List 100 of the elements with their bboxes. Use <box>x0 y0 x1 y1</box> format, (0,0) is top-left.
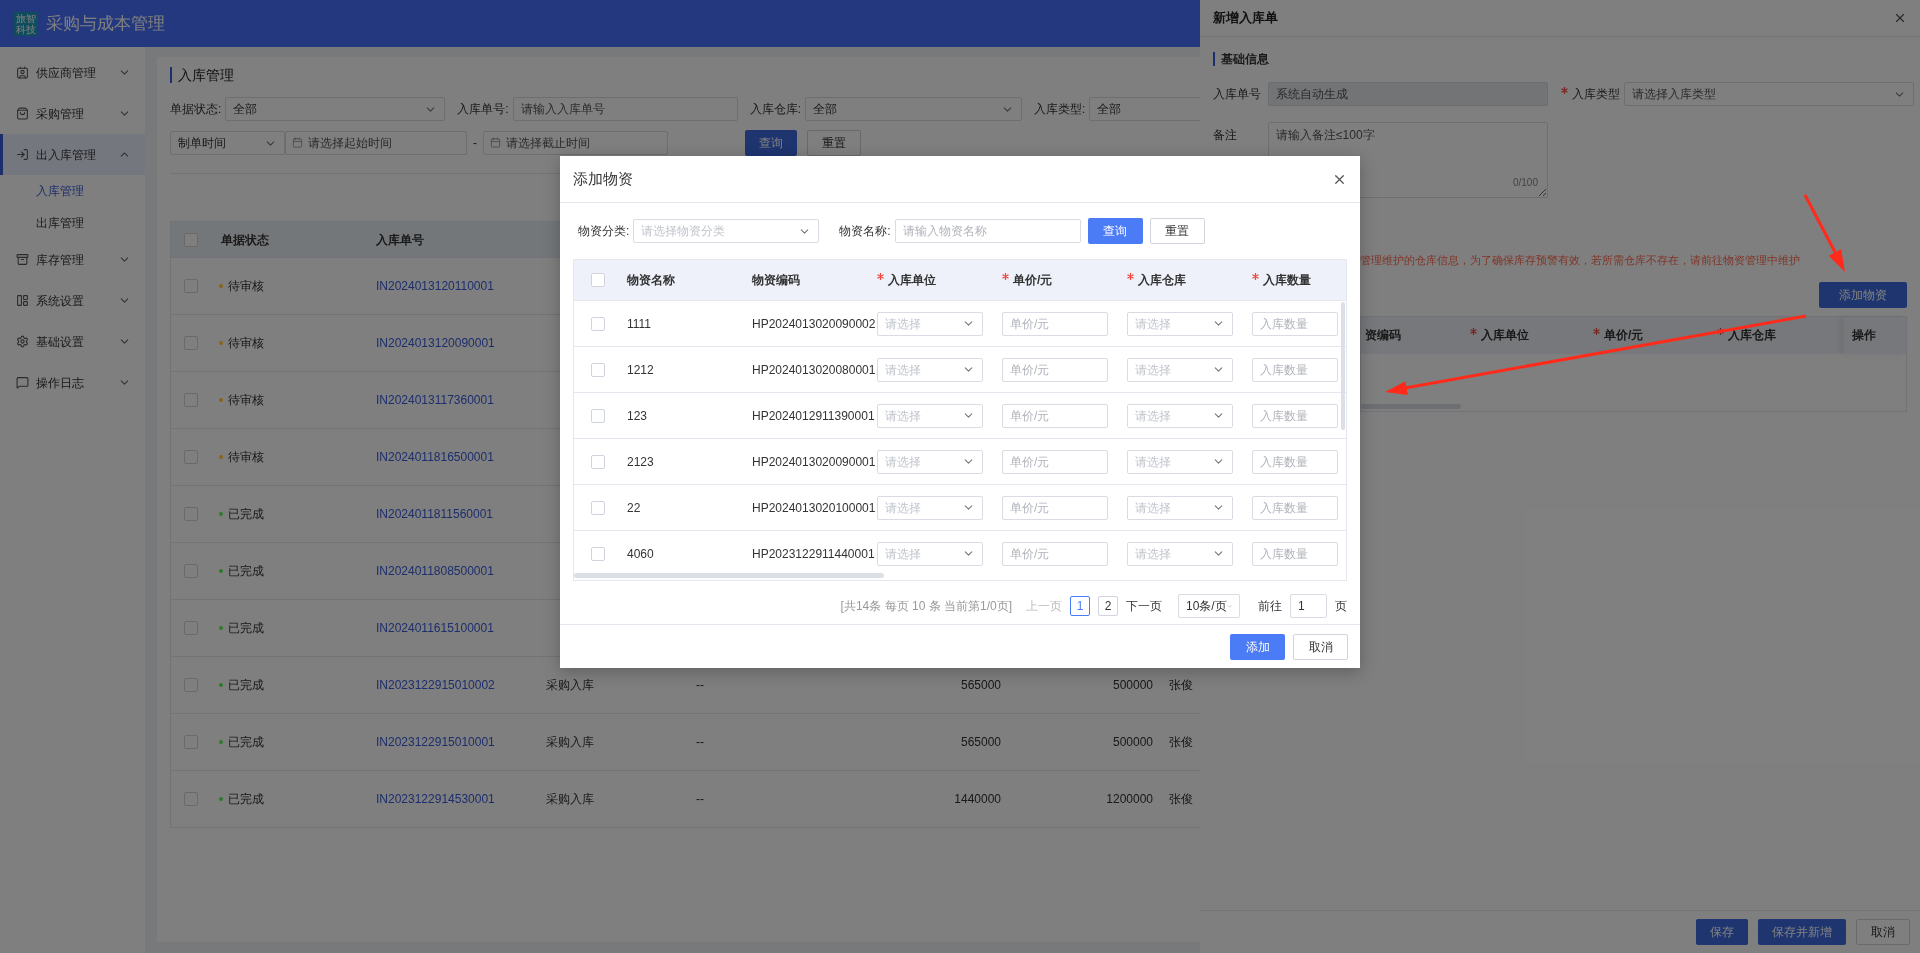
select-field[interactable]: 请选择物资分类 <box>633 219 820 243</box>
select-field[interactable]: 请选择 <box>1127 357 1233 382</box>
logo: 旅智科技 <box>14 11 38 36</box>
primary-button[interactable]: 保存 <box>1696 919 1748 945</box>
primary-button[interactable]: 添加 <box>1230 633 1285 660</box>
dialog-title: 添加物资 <box>573 168 633 189</box>
order-number-link[interactable]: IN2024013120110001 <box>376 279 494 293</box>
button[interactable]: 取消 <box>1293 633 1348 660</box>
sidebar-item[interactable]: 供应商管理 <box>0 52 145 93</box>
input-field[interactable]: 入库数量 <box>1252 541 1338 566</box>
select-field[interactable]: 请选择 <box>1127 541 1233 566</box>
status-text: 已完成 <box>228 620 264 637</box>
checkbox[interactable] <box>590 273 605 287</box>
input-field[interactable]: 单价/元 <box>1002 495 1108 520</box>
add-material-button[interactable]: 添加物资 <box>1819 281 1907 308</box>
input-field[interactable]: 入库数量 <box>1252 449 1338 474</box>
sidebar-item[interactable]: 操作日志 <box>0 362 145 403</box>
input-field[interactable]: 请输入入库单号 <box>512 97 738 121</box>
input-field[interactable]: 请输入物资名称 <box>894 219 1081 243</box>
button[interactable]: 重置 <box>1149 218 1205 244</box>
status-text: 待审核 <box>228 278 264 295</box>
order-number-link[interactable]: IN2024013120090001 <box>376 336 495 350</box>
close-icon[interactable] <box>1893 11 1907 25</box>
table-cell: 565000 <box>960 678 1001 692</box>
app-title: 采购与成本管理 <box>46 12 165 35</box>
next-page-link[interactable]: 下一页 <box>1126 597 1162 615</box>
select-field[interactable]: 请选择 <box>877 495 983 520</box>
required-icon <box>1470 328 1477 335</box>
sidebar-item[interactable]: 采购管理 <box>0 93 145 134</box>
select-field[interactable]: 制单时间 <box>170 131 285 155</box>
sidebar-item[interactable]: 库存管理 <box>0 239 145 280</box>
sidebar-item[interactable]: 基础设置 <box>0 321 145 362</box>
select-field[interactable]: 请选择 <box>877 449 983 474</box>
primary-button[interactable]: 查询 <box>745 130 797 156</box>
order-number-link[interactable]: IN2024011816500001 <box>376 450 494 464</box>
order-number-link[interactable]: IN2024011615100001 <box>376 621 494 635</box>
select-field[interactable]: 请选择 <box>877 541 983 566</box>
page-number-button[interactable]: 2 <box>1098 596 1118 616</box>
select-field[interactable]: 全部 <box>225 97 446 121</box>
checkbox[interactable] <box>590 546 605 561</box>
date-field[interactable]: 请选择截止时间 <box>483 131 668 155</box>
bag-icon <box>16 107 29 120</box>
table-cell: HP2024013020090001 <box>752 454 876 469</box>
warning-text: 管理维护的仓库信息，为了确保库存预警有效，若所需仓库不存在，请前往物资管理中维护 <box>1360 253 1800 268</box>
date-field[interactable]: 请选择起始时间 <box>285 131 467 155</box>
field-label: 备注 <box>1213 127 1238 144</box>
input-field[interactable]: 单价/元 <box>1002 403 1108 428</box>
required-icon <box>1593 328 1600 335</box>
select-field[interactable]: 请选择 <box>877 357 983 382</box>
input-field[interactable]: 单价/元 <box>1002 311 1108 336</box>
table-cell: 565000 <box>960 735 1001 749</box>
page-number-button[interactable]: 1 <box>1070 596 1090 616</box>
checkbox[interactable] <box>590 316 605 331</box>
input-field[interactable]: 入库数量 <box>1252 403 1338 428</box>
order-number-link[interactable]: IN2024013117360001 <box>376 393 494 407</box>
select-field[interactable]: 请选择入库类型 <box>1624 82 1914 106</box>
checkbox[interactable] <box>590 500 605 515</box>
status-text: 待审核 <box>228 335 264 352</box>
page-number-field[interactable]: 1 <box>1290 594 1327 618</box>
select-field[interactable]: 请选择 <box>1127 311 1233 336</box>
scrollbar[interactable] <box>574 573 884 578</box>
column-header: 入库数量 <box>1252 273 1311 287</box>
table-cell: 张俊 <box>1169 792 1193 806</box>
input-field[interactable]: 单价/元 <box>1002 541 1108 566</box>
sidebar-subitem[interactable]: 入库管理 <box>0 175 145 207</box>
primary-button[interactable]: 保存并新增 <box>1758 919 1846 945</box>
order-number-link[interactable]: IN2024011808500001 <box>376 564 494 578</box>
column-header: 操作 <box>1852 327 1876 344</box>
sidebar-item[interactable]: 出入库管理 <box>0 134 145 175</box>
button[interactable]: 取消 <box>1856 919 1910 945</box>
sidebar-subitem[interactable]: 出库管理 <box>0 207 145 239</box>
select-field[interactable]: 全部 <box>805 97 1023 121</box>
input-field[interactable]: 单价/元 <box>1002 357 1108 382</box>
checkbox[interactable] <box>590 362 605 377</box>
checkbox[interactable] <box>590 408 605 423</box>
input-field[interactable]: 入库数量 <box>1252 495 1338 520</box>
order-number-link[interactable]: IN2023122914530001 <box>376 792 495 806</box>
select-field[interactable]: 请选择 <box>877 403 983 428</box>
order-number-link[interactable]: IN2023122915010001 <box>376 735 495 749</box>
primary-button[interactable]: 查询 <box>1087 218 1143 244</box>
column-header: 物资编码 <box>752 273 800 287</box>
button[interactable]: 重置 <box>807 130 861 156</box>
table-cell: 4060 <box>627 546 654 561</box>
input-field[interactable]: 单价/元 <box>1002 449 1108 474</box>
filter-label: 物资名称: <box>839 223 891 240</box>
filter-label: 物资分类: <box>578 223 630 240</box>
checkbox[interactable] <box>590 454 605 469</box>
table-cell: -- <box>696 678 704 692</box>
login-icon <box>16 148 29 161</box>
select-field[interactable]: 请选择 <box>1127 449 1233 474</box>
select-field[interactable]: 请选择 <box>877 311 983 336</box>
order-number-link[interactable]: IN2024011811560001 <box>376 507 493 521</box>
select-field[interactable]: 请选择 <box>1127 403 1233 428</box>
input-field[interactable]: 入库数量 <box>1252 357 1338 382</box>
input-field[interactable]: 入库数量 <box>1252 311 1338 336</box>
scrollbar[interactable] <box>1361 403 1461 409</box>
order-number-link[interactable]: IN2023122915010002 <box>376 678 495 692</box>
sidebar-item[interactable]: 系统设置 <box>0 280 145 321</box>
select-field[interactable]: 请选择 <box>1127 495 1233 520</box>
page-size-select[interactable]: 10条/页 <box>1178 594 1240 618</box>
